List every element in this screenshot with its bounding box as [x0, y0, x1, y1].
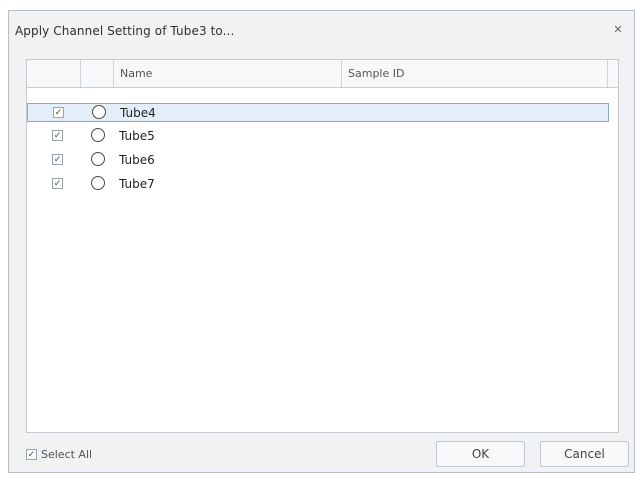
apply-channel-dialog: Apply Channel Setting of Tube3 to... ✕ N…	[8, 10, 635, 473]
row-radio[interactable]	[92, 105, 106, 119]
table-row[interactable]: ✓ Tube4	[27, 103, 609, 122]
header-sample-id-column[interactable]: Sample ID	[342, 60, 608, 87]
select-all-checkbox[interactable]: ✓ Select All	[26, 448, 92, 461]
cancel-button[interactable]: Cancel	[540, 441, 629, 467]
row-checkbox[interactable]: ✓	[52, 154, 63, 165]
tube-grid: Name Sample ID ✓ Tube4 ✓ Tube5 ✓ Tube6 ✓…	[26, 59, 619, 433]
row-name: Tube6	[119, 153, 155, 167]
row-radio[interactable]	[91, 152, 105, 166]
table-row[interactable]: ✓ Tube6	[27, 151, 609, 170]
row-name: Tube4	[120, 106, 156, 120]
row-checkbox[interactable]: ✓	[52, 130, 63, 141]
header-radio-column	[81, 60, 114, 87]
dialog-titlebar: Apply Channel Setting of Tube3 to... ✕	[9, 11, 634, 51]
row-name: Tube5	[119, 129, 155, 143]
dialog-footer: ✓ Select All OK Cancel	[9, 432, 634, 472]
dialog-title: Apply Channel Setting of Tube3 to...	[15, 24, 235, 38]
close-icon[interactable]: ✕	[610, 23, 626, 37]
header-check-column	[27, 60, 81, 87]
row-checkbox[interactable]: ✓	[52, 178, 63, 189]
header-name-column[interactable]: Name	[114, 60, 342, 87]
row-radio[interactable]	[91, 128, 105, 142]
table-row[interactable]: ✓ Tube7	[27, 175, 609, 194]
row-radio[interactable]	[91, 176, 105, 190]
ok-button[interactable]: OK	[436, 441, 525, 467]
grid-header: Name Sample ID	[27, 60, 618, 88]
select-all-check[interactable]: ✓	[26, 449, 37, 460]
select-all-label: Select All	[41, 448, 93, 461]
row-checkbox[interactable]: ✓	[53, 107, 64, 118]
table-row[interactable]: ✓ Tube5	[27, 127, 609, 146]
row-name: Tube7	[119, 177, 155, 191]
